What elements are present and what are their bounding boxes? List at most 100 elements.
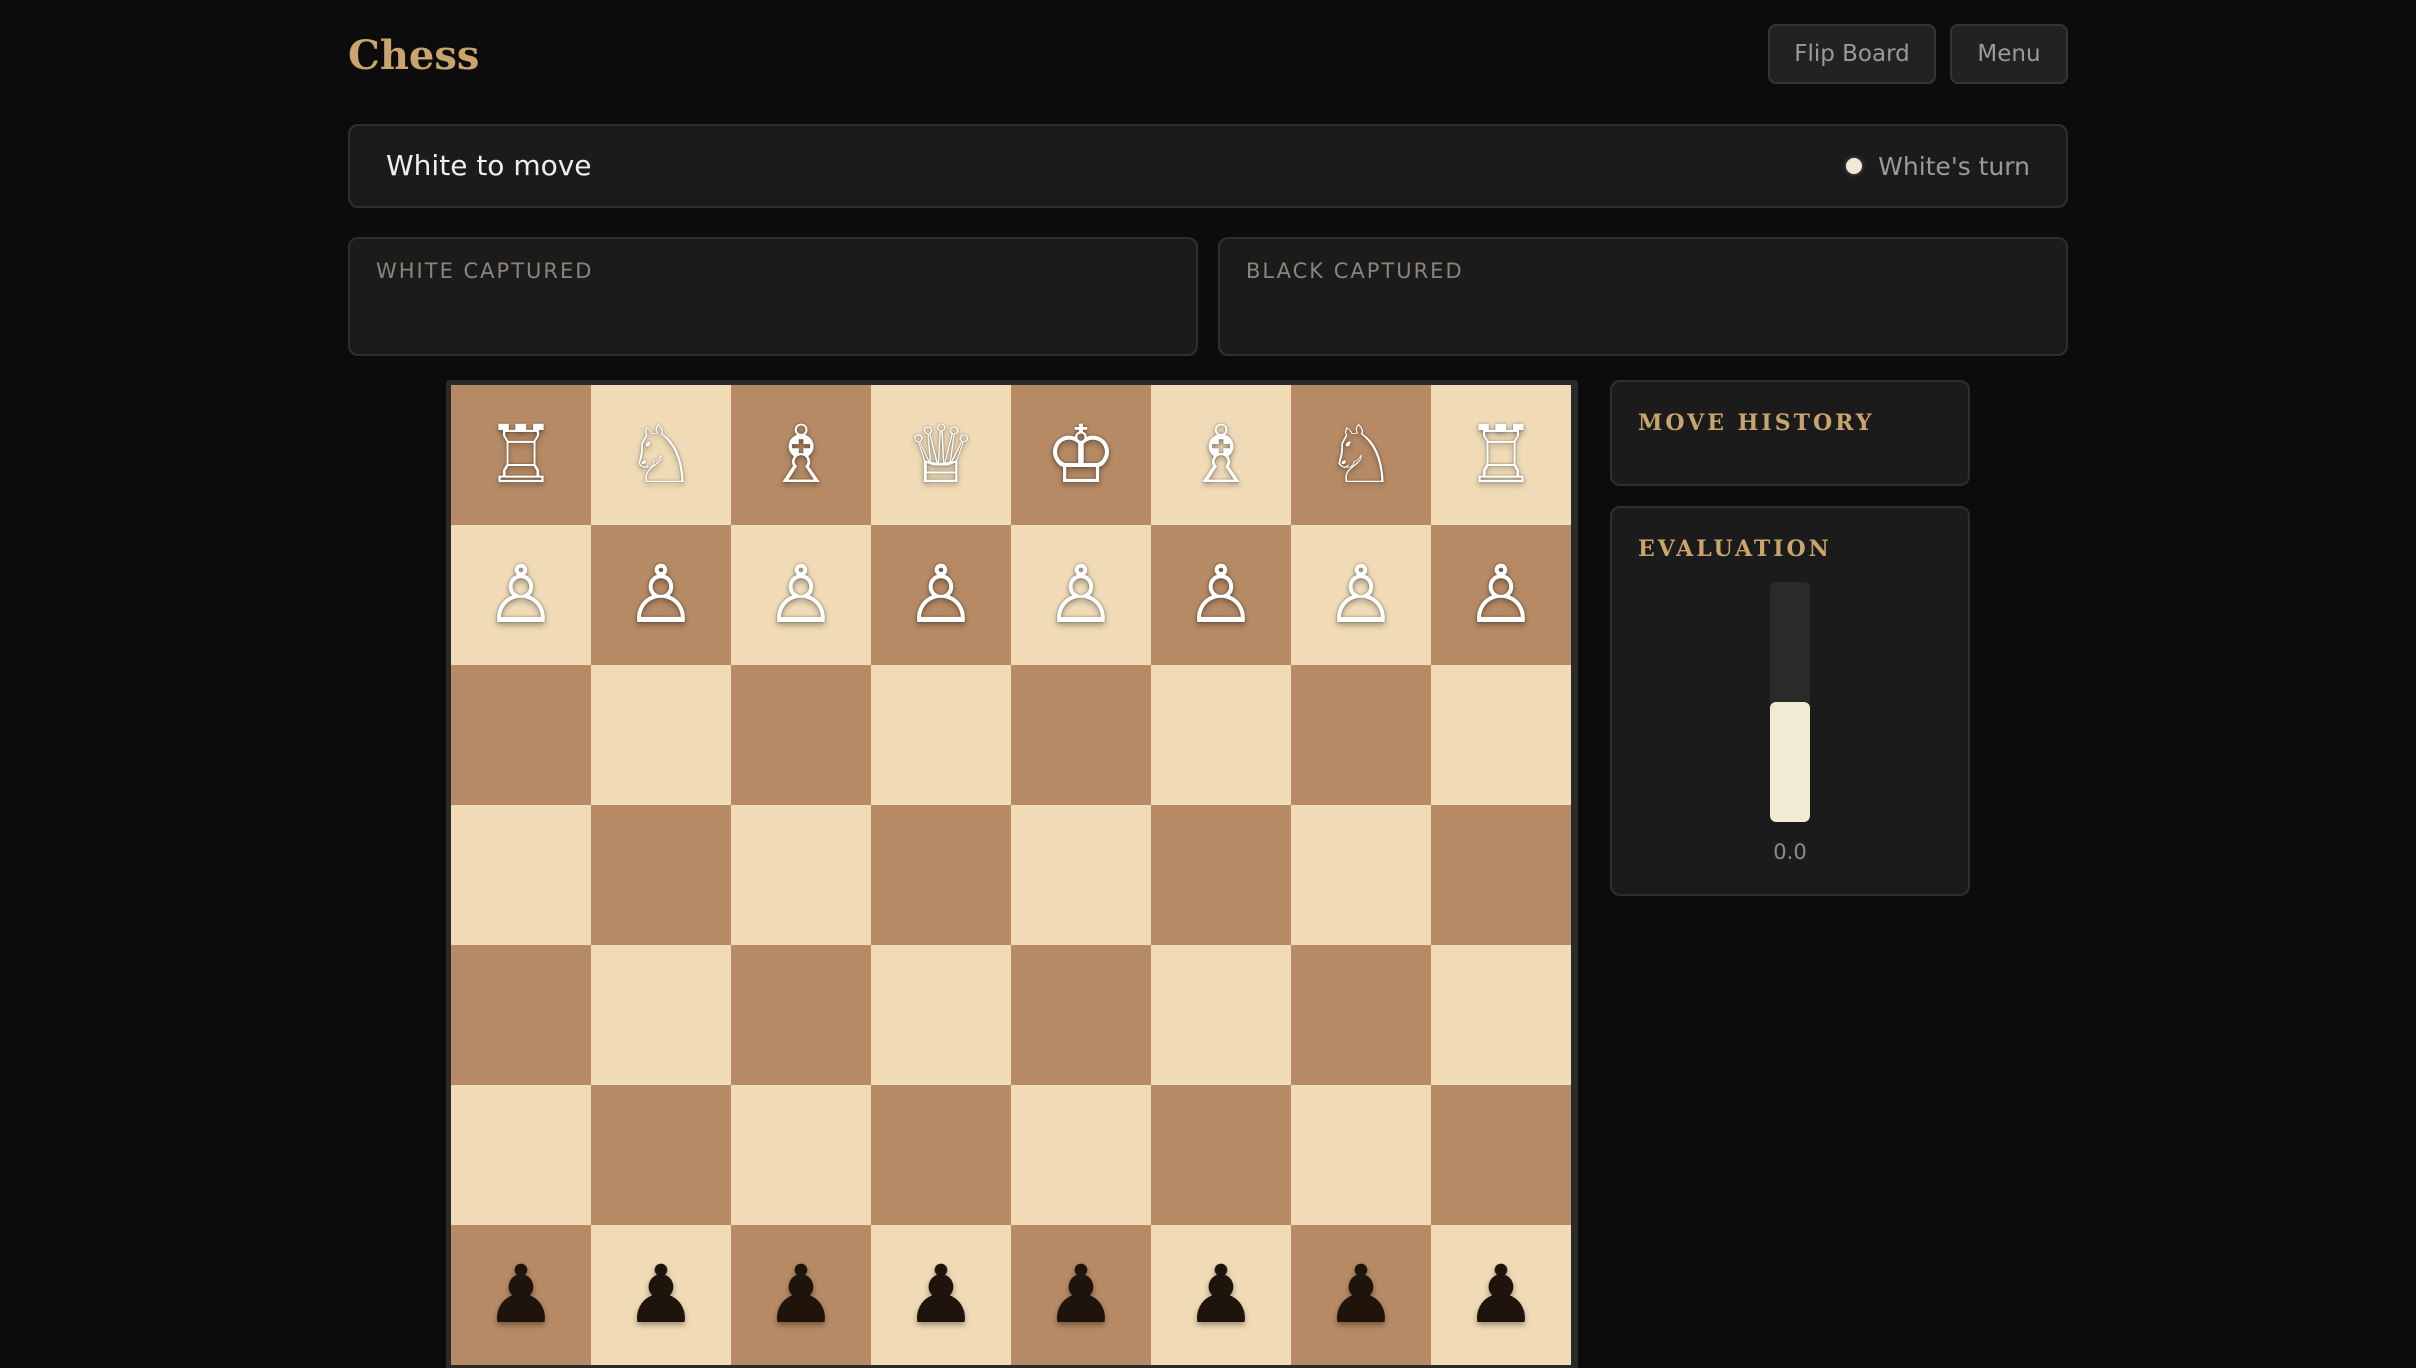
piece-g2[interactable]: ♟ (1325, 1255, 1397, 1335)
square-e7[interactable]: ♙ (1011, 525, 1151, 665)
square-d5[interactable] (871, 805, 1011, 945)
square-g4[interactable] (1291, 945, 1431, 1085)
flip-board-button[interactable]: Flip Board (1768, 24, 1936, 84)
square-h6[interactable] (1431, 665, 1571, 805)
square-d3[interactable] (871, 1085, 1011, 1225)
square-b8[interactable]: ♘ (591, 385, 731, 525)
black-captured-label: BLACK CAPTURED (1246, 259, 1464, 283)
chess-board: ♖ ♘ ♗ ♕ ♔ ♗ ♘ ♖ ♙ ♙ ♙ ♙ ♙ ♙ ♙ ♙ ♟ ♟ ♟ ♟ ♟ ♟ ♟ ♟ (451, 385, 1573, 1365)
square-b2[interactable]: ♟ (591, 1225, 731, 1365)
piece-c8[interactable]: ♗ (765, 415, 837, 495)
square-c8[interactable]: ♗ (731, 385, 871, 525)
evaluation-bar-fill (1770, 702, 1810, 822)
piece-a8[interactable]: ♖ (485, 415, 557, 495)
menu-button[interactable]: Menu (1950, 24, 2068, 84)
status-bar: White to move White's turn (348, 124, 2068, 208)
square-f6[interactable] (1151, 665, 1291, 805)
piece-d8[interactable]: ♕ (905, 415, 977, 495)
turn-indicator: White's turn (1846, 126, 2030, 206)
square-a8[interactable]: ♖ (451, 385, 591, 525)
turn-label: White's turn (1878, 151, 2030, 181)
board-frame: ♖ ♘ ♗ ♕ ♔ ♗ ♘ ♖ ♙ ♙ ♙ ♙ ♙ ♙ ♙ ♙ ♟ ♟ ♟ ♟ ♟ ♟ ♟ ♟ (446, 380, 1578, 1368)
square-c7[interactable]: ♙ (731, 525, 871, 665)
turn-dot-icon (1846, 158, 1863, 174)
square-e2[interactable]: ♟ (1011, 1225, 1151, 1365)
evaluation-panel: EVALUATION 0.0 (1610, 506, 1970, 896)
square-h8[interactable]: ♖ (1431, 385, 1571, 525)
piece-d7[interactable]: ♙ (905, 555, 977, 635)
square-c3[interactable] (731, 1085, 871, 1225)
square-a5[interactable] (451, 805, 591, 945)
piece-h2[interactable]: ♟ (1465, 1255, 1537, 1335)
square-a7[interactable]: ♙ (451, 525, 591, 665)
square-h5[interactable] (1431, 805, 1571, 945)
square-b5[interactable] (591, 805, 731, 945)
piece-f7[interactable]: ♙ (1185, 555, 1257, 635)
square-b7[interactable]: ♙ (591, 525, 731, 665)
piece-b2[interactable]: ♟ (625, 1255, 697, 1335)
piece-h7[interactable]: ♙ (1465, 555, 1537, 635)
evaluation-bar (1770, 582, 1810, 822)
piece-c7[interactable]: ♙ (765, 555, 837, 635)
white-captured-panel: WHITE CAPTURED (348, 237, 1198, 356)
square-h7[interactable]: ♙ (1431, 525, 1571, 665)
black-captured-panel: BLACK CAPTURED (1218, 237, 2068, 356)
evaluation-title: EVALUATION (1638, 536, 1832, 562)
square-b6[interactable] (591, 665, 731, 805)
square-d7[interactable]: ♙ (871, 525, 1011, 665)
piece-h8[interactable]: ♖ (1465, 415, 1537, 495)
square-c2[interactable]: ♟ (731, 1225, 871, 1365)
square-e5[interactable] (1011, 805, 1151, 945)
square-f5[interactable] (1151, 805, 1291, 945)
square-d2[interactable]: ♟ (871, 1225, 1011, 1365)
piece-e2[interactable]: ♟ (1045, 1255, 1117, 1335)
piece-f2[interactable]: ♟ (1185, 1255, 1257, 1335)
square-f4[interactable] (1151, 945, 1291, 1085)
square-f8[interactable]: ♗ (1151, 385, 1291, 525)
square-a6[interactable] (451, 665, 591, 805)
square-f3[interactable] (1151, 1085, 1291, 1225)
square-b3[interactable] (591, 1085, 731, 1225)
square-e3[interactable] (1011, 1085, 1151, 1225)
square-h4[interactable] (1431, 945, 1571, 1085)
square-g6[interactable] (1291, 665, 1431, 805)
piece-d2[interactable]: ♟ (905, 1255, 977, 1335)
square-d4[interactable] (871, 945, 1011, 1085)
move-history-title: MOVE HISTORY (1638, 410, 1875, 436)
square-c6[interactable] (731, 665, 871, 805)
square-c5[interactable] (731, 805, 871, 945)
square-g2[interactable]: ♟ (1291, 1225, 1431, 1365)
app-title: Chess (348, 32, 480, 79)
square-g3[interactable] (1291, 1085, 1431, 1225)
square-e8[interactable]: ♔ (1011, 385, 1151, 525)
square-d8[interactable]: ♕ (871, 385, 1011, 525)
piece-g7[interactable]: ♙ (1325, 555, 1397, 635)
square-g7[interactable]: ♙ (1291, 525, 1431, 665)
square-e4[interactable] (1011, 945, 1151, 1085)
piece-b8[interactable]: ♘ (625, 415, 697, 495)
square-g5[interactable] (1291, 805, 1431, 945)
square-g8[interactable]: ♘ (1291, 385, 1431, 525)
status-text: White to move (386, 149, 592, 182)
square-f7[interactable]: ♙ (1151, 525, 1291, 665)
piece-f8[interactable]: ♗ (1185, 415, 1257, 495)
square-h2[interactable]: ♟ (1431, 1225, 1571, 1365)
piece-g8[interactable]: ♘ (1325, 415, 1397, 495)
square-c4[interactable] (731, 945, 871, 1085)
evaluation-value: 0.0 (1773, 840, 1807, 864)
piece-a2[interactable]: ♟ (485, 1255, 557, 1335)
square-a3[interactable] (451, 1085, 591, 1225)
square-f2[interactable]: ♟ (1151, 1225, 1291, 1365)
square-d6[interactable] (871, 665, 1011, 805)
square-e6[interactable] (1011, 665, 1151, 805)
square-h3[interactable] (1431, 1085, 1571, 1225)
square-b4[interactable] (591, 945, 731, 1085)
piece-a7[interactable]: ♙ (485, 555, 557, 635)
piece-e8[interactable]: ♔ (1045, 415, 1117, 495)
move-history-panel: MOVE HISTORY (1610, 380, 1970, 486)
square-a2[interactable]: ♟ (451, 1225, 591, 1365)
square-a4[interactable] (451, 945, 591, 1085)
piece-c2[interactable]: ♟ (765, 1255, 837, 1335)
piece-e7[interactable]: ♙ (1045, 555, 1117, 635)
piece-b7[interactable]: ♙ (625, 555, 697, 635)
